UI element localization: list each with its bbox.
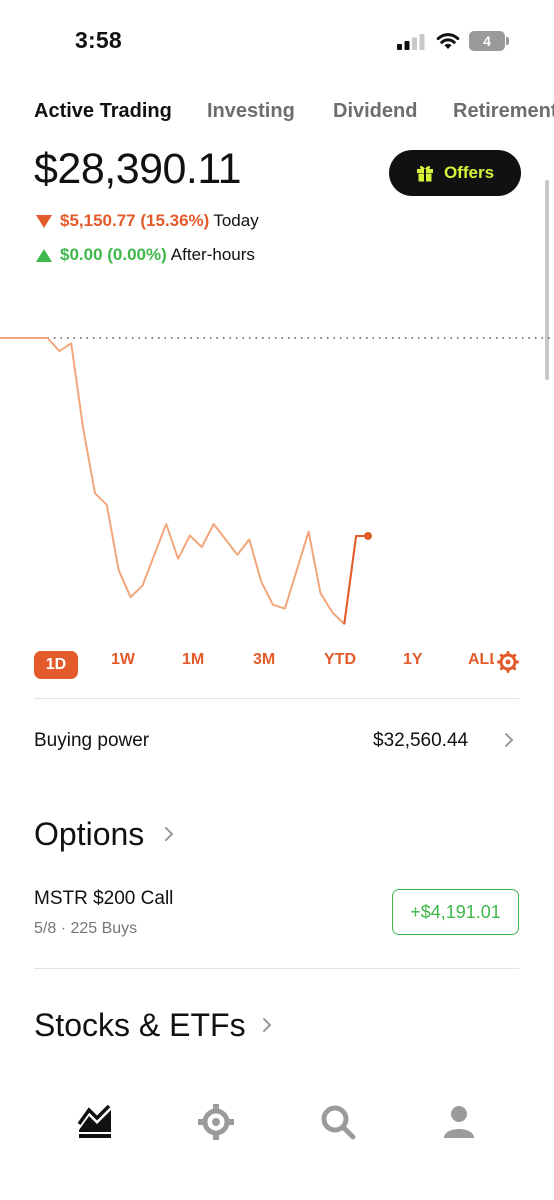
options-title[interactable]: Options — [34, 816, 144, 853]
up-triangle-icon — [36, 248, 52, 262]
divider — [34, 968, 519, 969]
today-change-row: $5,150.77 (15.36%) Today — [36, 211, 259, 231]
tab-dividend[interactable]: Dividend — [333, 100, 417, 123]
wifi-icon — [436, 33, 460, 49]
range-1m[interactable]: 1M — [182, 651, 204, 669]
after-hours-row: $0.00 (0.00%) After-hours — [36, 245, 255, 265]
range-3m[interactable]: 3M — [253, 651, 275, 669]
battery-indicator: 4 — [469, 31, 505, 51]
gift-icon — [416, 165, 433, 182]
portfolio-chart[interactable] — [0, 300, 554, 640]
option-gain-badge[interactable]: +$4,191.01 — [392, 889, 519, 935]
status-time: 3:58 — [75, 27, 122, 53]
stocks-etfs-title[interactable]: Stocks & ETFs — [34, 1007, 246, 1044]
tab-investing[interactable]: Investing — [207, 100, 295, 123]
range-ytd[interactable]: YTD — [324, 651, 356, 669]
tab-retirement[interactable]: Retirement — [453, 100, 554, 123]
option-subtitle: 5/8 · 225 Buys — [34, 920, 138, 937]
search-icon[interactable] — [318, 1102, 358, 1142]
gear-icon[interactable] — [497, 651, 519, 673]
range-1d[interactable]: 1D — [34, 651, 78, 679]
down-triangle-icon — [36, 214, 52, 228]
range-all[interactable]: ALL — [468, 651, 494, 669]
option-name[interactable]: MSTR $200 Call — [34, 888, 173, 910]
chart-current-point — [364, 531, 372, 540]
after-hours-label: After-hours — [170, 245, 255, 264]
signal-icon — [397, 34, 425, 50]
chart-series-line — [0, 337, 368, 625]
buying-power-label[interactable]: Buying power — [34, 730, 149, 752]
offers-label: Offers — [443, 163, 495, 182]
range-1y[interactable]: 1Y — [403, 651, 423, 669]
buying-power-value[interactable]: $32,560.44 — [373, 730, 468, 752]
today-label: Today — [213, 211, 259, 230]
profile-icon[interactable] — [439, 1102, 479, 1142]
chart-icon[interactable] — [75, 1102, 115, 1142]
divider — [34, 698, 519, 699]
today-change-value: $5,150.77 (15.36%) — [60, 211, 210, 230]
offers-button[interactable]: Offers — [389, 150, 521, 196]
chevron-right-icon[interactable] — [504, 732, 514, 748]
portfolio-balance: $28,390.11 — [34, 145, 242, 193]
after-hours-value: $0.00 (0.00%) — [60, 245, 167, 264]
crypto-icon[interactable] — [196, 1102, 236, 1142]
range-1w[interactable]: 1W — [111, 651, 135, 669]
chart-series-latest — [343, 534, 368, 625]
chevron-right-icon[interactable] — [164, 826, 174, 842]
battery-tip — [506, 37, 509, 45]
chevron-right-icon[interactable] — [262, 1017, 272, 1033]
tab-active-trading[interactable]: Active Trading — [34, 100, 172, 123]
